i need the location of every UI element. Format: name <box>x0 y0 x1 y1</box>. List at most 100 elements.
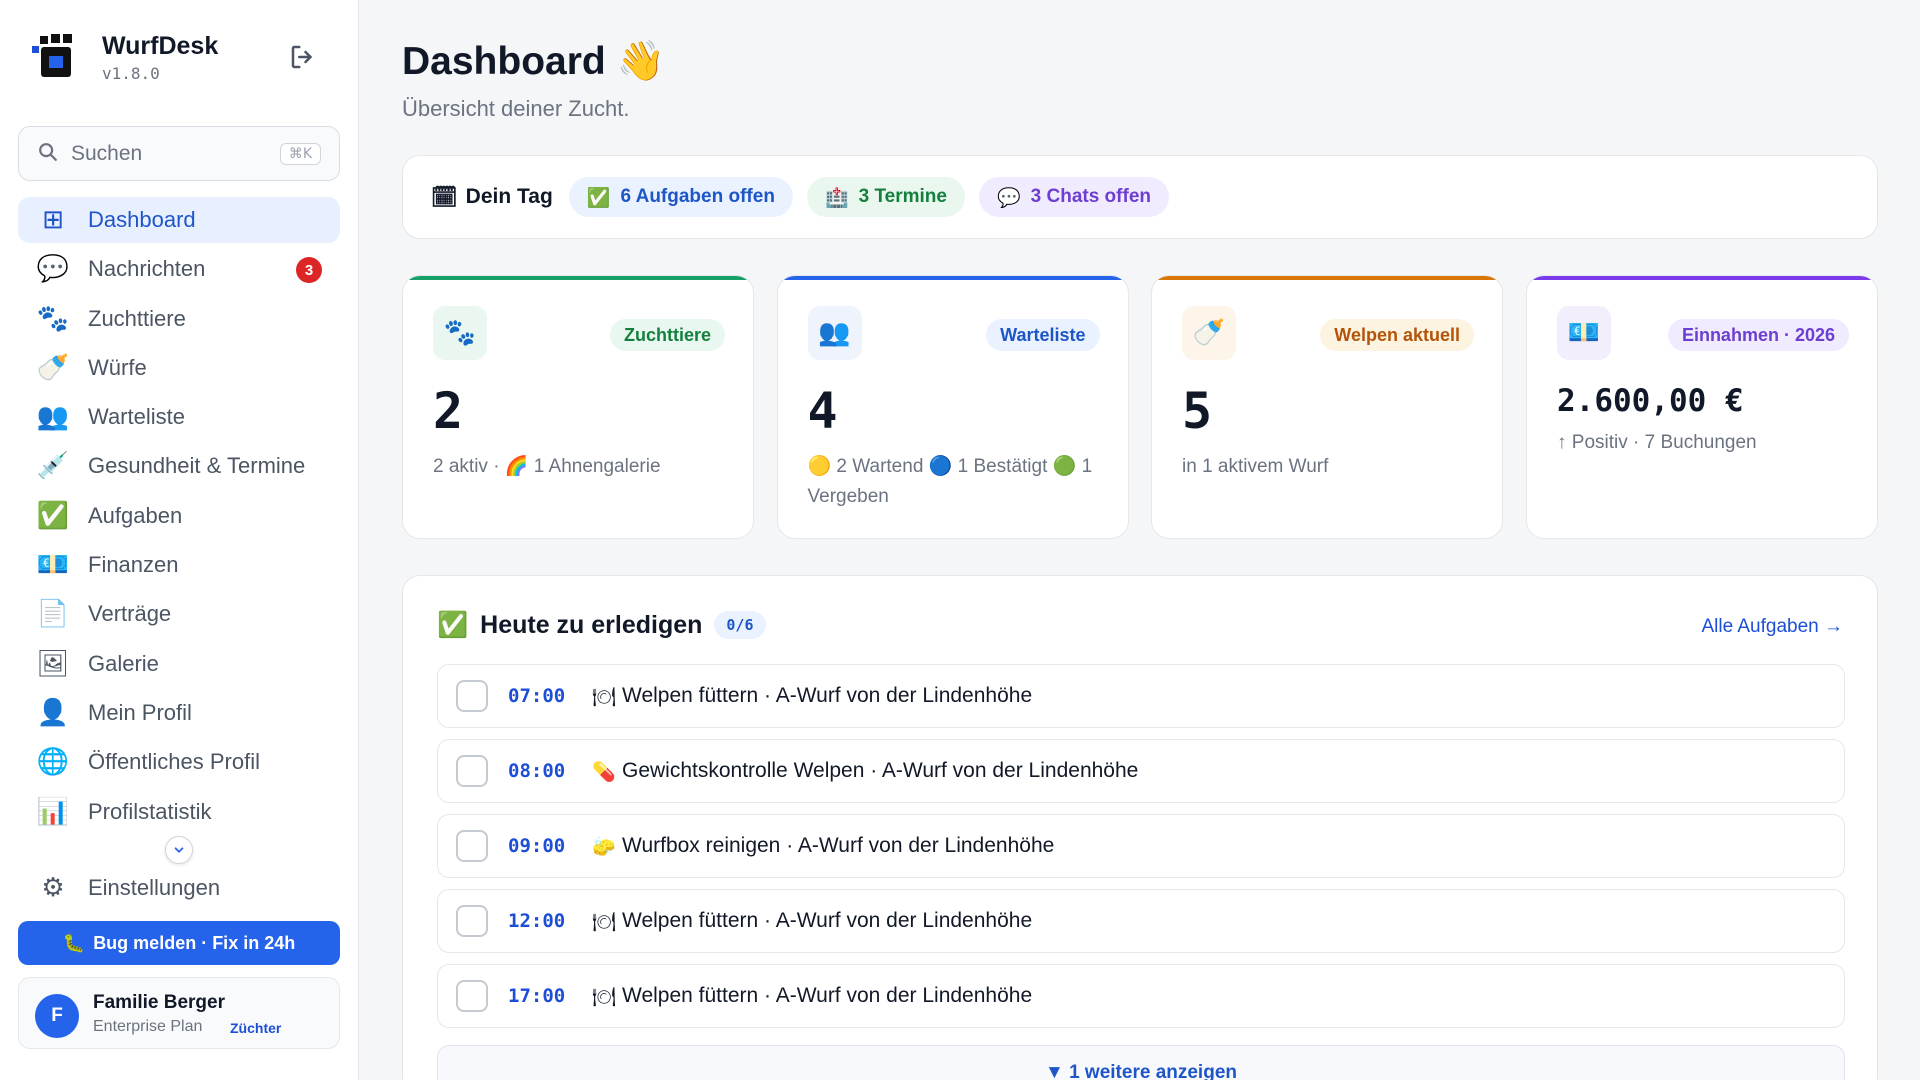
paw-icon: 🐾 <box>36 303 70 334</box>
sidebar-item-label: Nachrichten <box>88 256 206 282</box>
task-time: 17:00 <box>508 985 566 1007</box>
sidebar-item-nachrichten[interactable]: 💬 Nachrichten 3 <box>18 246 340 292</box>
page-subtitle: Übersicht deiner Zucht. <box>402 96 630 121</box>
hospital-icon: 🏥 <box>824 186 849 209</box>
baby-bottle-icon: 🍼 <box>1182 306 1236 360</box>
banknote-icon: 💶 <box>1557 306 1611 360</box>
open-tasks-pill[interactable]: ✅ 6 Aufgaben offen <box>568 177 793 217</box>
card-accent-bar <box>777 276 1128 280</box>
sidebar-item-zuchttiere[interactable]: 🐾 Zuchttiere <box>18 296 340 342</box>
sidebar-item-warteliste[interactable]: 👥 Warteliste <box>18 394 340 440</box>
task-text: Wurfbox reinigen · A-Wurf von der Linden… <box>622 834 1055 857</box>
syringe-icon: 💉 <box>36 451 70 482</box>
sponge-icon: 🧽 <box>592 835 616 858</box>
search-icon <box>37 141 59 167</box>
sidebar-item-label: Mein Profil <box>88 699 192 725</box>
sidebar-item-label: Warteliste <box>88 404 185 430</box>
user-name: Familie Berger <box>93 992 225 1013</box>
scroll-down-button[interactable] <box>165 836 193 864</box>
sidebar-item-einstellungen[interactable]: ⚙ Einstellungen <box>18 865 340 911</box>
appointments-pill[interactable]: 🏥 3 Termine <box>806 177 965 217</box>
pill-label: 3 Termine <box>858 186 947 207</box>
user-card[interactable]: F Familie Berger Enterprise Plan Züchter <box>18 977 340 1049</box>
task-checkbox[interactable] <box>456 905 488 937</box>
today-tasks-panel: ✅ Heute zu erledigen 0/6 Alle Aufgaben →… <box>402 575 1878 1080</box>
sidebar-item-mein-profil[interactable]: 👤 Mein Profil <box>18 690 340 736</box>
stat-card-welpen[interactable]: 🍼 Welpen aktuell 5 in 1 aktivem Wurf <box>1151 275 1503 539</box>
open-chats-pill[interactable]: 💬 3 Chats offen <box>978 177 1169 217</box>
check-icon: ✅ <box>586 186 611 209</box>
day-summary-bar: 🗓 Dein Tag ✅ 6 Aufgaben offen 🏥 3 Termin… <box>402 155 1878 239</box>
sidebar-item-profilstatistik[interactable]: 📊 Profilstatistik <box>18 789 340 835</box>
task-time: 07:00 <box>508 685 566 707</box>
sidebar-item-label: Verträge <box>88 601 172 627</box>
logout-icon[interactable] <box>288 42 318 72</box>
stat-value: 4 <box>807 382 838 440</box>
bug-report-button[interactable]: 🐛 Bug melden · Fix in 24h <box>18 921 340 965</box>
tasks-title: Heute zu erledigen <box>480 610 703 639</box>
stat-note: in 1 aktivem Wurf <box>1182 456 1329 477</box>
day-label: 🗓 Dein Tag <box>431 185 553 210</box>
wurfdesk-logo-icon <box>32 34 76 78</box>
check-icon: ✅ <box>36 500 70 531</box>
sidebar: WurfDesk v1.8.0 Suchen ⌘K ⊞ Dashboard 💬 … <box>0 0 359 1080</box>
stat-tag: Einnahmen · 2026 <box>1667 319 1849 351</box>
search-input[interactable]: Suchen ⌘K <box>18 126 340 181</box>
people-icon: 👥 <box>36 402 70 433</box>
sidebar-item-label: Galerie <box>88 650 159 676</box>
check-icon: ✅ <box>437 610 469 639</box>
sidebar-item-oeffentliches-profil[interactable]: 🌐 Öffentliches Profil <box>18 739 340 785</box>
chevron-down-icon <box>174 847 184 853</box>
sidebar-item-finanzen[interactable]: 💶 Finanzen <box>18 542 340 588</box>
sidebar-item-aufgaben[interactable]: ✅ Aufgaben <box>18 493 340 539</box>
sidebar-item-gesundheit[interactable]: 💉 Gesundheit & Termine <box>18 443 340 489</box>
speech-bubble-icon: 💬 <box>996 186 1021 209</box>
task-row: 07:00 🍽 Welpen füttern · A-Wurf von der … <box>437 664 1845 728</box>
plate-icon: 🍽 <box>592 910 617 933</box>
task-row: 08:00 💊 Gewichtskontrolle Welpen · A-Wur… <box>437 739 1845 803</box>
task-text: Welpen füttern · A-Wurf von der Lindenhö… <box>622 909 1033 932</box>
sidebar-item-label: Würfe <box>88 354 147 380</box>
card-accent-bar <box>1527 276 1877 280</box>
plate-icon: 🍽 <box>592 985 617 1008</box>
day-label-text: Dein Tag <box>465 185 553 208</box>
stat-note: 2 aktiv · 🌈 1 Ahnengalerie <box>433 456 661 477</box>
card-accent-bar <box>1152 276 1502 280</box>
stat-tag: Warteliste <box>986 319 1100 351</box>
stat-card-warteliste[interactable]: 👥 Warteliste 4 🟡 2 Wartend 🔵 1 Bestätigt… <box>776 275 1129 539</box>
stat-value: 2 <box>433 382 464 440</box>
brand-name: WurfDesk <box>102 32 219 60</box>
speech-bubble-icon: 💬 <box>36 254 70 285</box>
tasks-count-badge: 0/6 <box>714 611 766 639</box>
task-checkbox[interactable] <box>456 755 488 787</box>
show-more-button[interactable]: ▼ 1 weitere anzeigen <box>437 1045 1845 1080</box>
task-checkbox[interactable] <box>456 830 488 862</box>
card-accent-bar <box>403 276 753 280</box>
document-icon: 📄 <box>36 599 70 630</box>
task-time: 08:00 <box>508 760 566 782</box>
waving-hand-icon: 👋 <box>616 39 666 84</box>
task-checkbox[interactable] <box>456 980 488 1012</box>
task-row: 09:00 🧽 Wurfbox reinigen · A-Wurf von de… <box>437 814 1845 878</box>
gear-icon: ⚙ <box>41 873 65 903</box>
sidebar-item-galerie[interactable]: 🖼 Galerie <box>18 641 340 687</box>
sidebar-nav: ⊞ Dashboard 💬 Nachrichten 3 🐾 Zuchttiere… <box>18 197 340 838</box>
stat-card-zuchttiere[interactable]: 🐾 Zuchttiere 2 2 aktiv · 🌈 1 Ahnengaleri… <box>402 275 754 539</box>
pill-label: 6 Aufgaben offen <box>620 186 775 207</box>
sidebar-item-label: Dashboard <box>88 207 196 232</box>
task-row: 12:00 🍽 Welpen füttern · A-Wurf von der … <box>437 889 1845 953</box>
task-checkbox[interactable] <box>456 680 488 712</box>
task-row: 17:00 🍽 Welpen füttern · A-Wurf von der … <box>437 964 1845 1028</box>
stat-tag: Zuchttiere <box>609 319 725 351</box>
bug-icon: 🐛 <box>62 932 86 954</box>
all-tasks-link[interactable]: Alle Aufgaben → <box>1701 616 1843 638</box>
pill-icon: 💊 <box>592 760 616 783</box>
sidebar-item-label: Öffentliches Profil <box>88 749 261 775</box>
sidebar-item-label: Einstellungen <box>88 875 221 900</box>
stat-card-einnahmen[interactable]: 💶 Einnahmen · 2026 2.600,00 € ↑ Positiv … <box>1526 275 1878 539</box>
sidebar-item-vertraege[interactable]: 📄 Verträge <box>18 591 340 637</box>
page-title-text: Dashboard <box>402 40 606 83</box>
sidebar-item-dashboard[interactable]: ⊞ Dashboard <box>18 197 340 243</box>
sidebar-item-wuerfe[interactable]: 🍼 Würfe <box>18 345 340 391</box>
paw-icon: 🐾 <box>433 306 487 360</box>
